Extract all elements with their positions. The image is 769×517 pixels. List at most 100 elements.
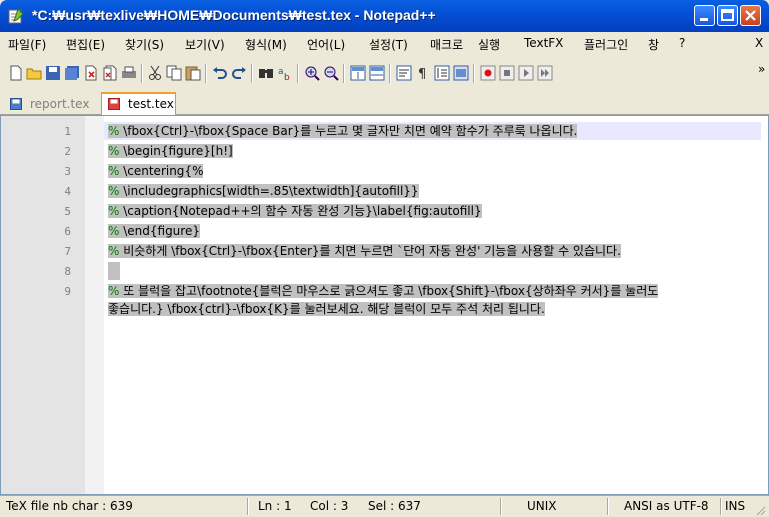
comment-marker: % — [108, 284, 120, 298]
menu-run[interactable]: 실행 — [478, 36, 500, 53]
code-line[interactable]: % \includegraphics[width=.85\textwidth]{… — [108, 182, 758, 200]
maximize-button[interactable] — [717, 5, 738, 26]
menu-window[interactable]: 창 — [648, 36, 659, 53]
resize-grip-icon[interactable] — [754, 504, 766, 516]
show-all-chars-icon[interactable]: ¶ — [415, 65, 431, 81]
toolbar-separator — [251, 64, 253, 83]
menu-file[interactable]: 파일(F) — [8, 36, 46, 53]
code-text: \includegraphics[width=.85\textwidth]{au… — [119, 184, 419, 198]
status-doc-info: TeX file nb char : 639 — [6, 499, 133, 513]
tab-strip: report.tex test.tex — [0, 91, 769, 115]
tab-report-tex[interactable]: report.tex — [4, 94, 96, 115]
copy-icon[interactable] — [166, 65, 182, 81]
code-text: \end{figure} — [119, 224, 200, 238]
unsaved-file-icon — [108, 98, 120, 110]
comment-marker: % — [108, 204, 120, 218]
close-file-icon[interactable] — [83, 65, 99, 81]
toolbar: ab ¶ » — [0, 55, 769, 91]
line-number: 7 — [64, 245, 71, 258]
menu-help[interactable]: ? — [679, 36, 685, 50]
line-number: 9 — [64, 285, 71, 298]
code-line[interactable]: % \fbox{Ctrl}-\fbox{Space Bar}를 누르고 몇 글자… — [108, 122, 758, 140]
paste-icon[interactable] — [185, 65, 201, 81]
svg-text:¶: ¶ — [418, 67, 426, 81]
save-icon[interactable] — [45, 65, 61, 81]
title-bar: *C:₩usr₩texlive₩HOME₩Documents₩test.tex … — [0, 0, 769, 32]
tab-label: report.tex — [30, 97, 90, 111]
undo-icon[interactable] — [212, 65, 228, 81]
zoom-out-icon[interactable] — [323, 65, 339, 81]
editor-area[interactable]: 1% \fbox{Ctrl}-\fbox{Space Bar}를 누르고 몇 글… — [0, 115, 769, 495]
toolbar-separator — [389, 64, 391, 83]
comment-marker: % — [108, 184, 120, 198]
code-line[interactable]: % \caption{Notepad++의 함수 자동 완성 기능}\label… — [108, 202, 758, 220]
toolbar-separator — [205, 64, 207, 83]
close-window-button[interactable] — [740, 5, 761, 26]
cut-icon[interactable] — [147, 65, 163, 81]
menu-settings[interactable]: 설정(T) — [369, 36, 408, 53]
tab-label: test.tex — [128, 97, 174, 111]
code-line[interactable]: % \centering{% — [108, 162, 758, 180]
menu-view[interactable]: 보기(V) — [185, 36, 225, 53]
comment-marker: % — [108, 244, 120, 258]
code-text: \begin{figure}[h!] — [119, 144, 233, 158]
menu-plugins[interactable]: 플러그인 — [584, 36, 628, 53]
selected-text: 좋습니다.} \fbox{ctrl}-\fbox{K}를 눌러보세요. 해당 블… — [108, 302, 545, 316]
code-line[interactable]: % 비슷하게 \fbox{Ctrl}-\fbox{Enter}를 치면 누르면 … — [108, 242, 758, 260]
sync-vertical-icon[interactable] — [350, 65, 366, 81]
zoom-in-icon[interactable] — [304, 65, 320, 81]
toolbar-overflow-icon[interactable]: » — [758, 62, 765, 76]
open-file-icon[interactable] — [26, 65, 42, 81]
code-line[interactable]: % 또 블럭을 잡고\footnote{블럭은 마우스로 긁으셔도 좋고 \fb… — [108, 282, 758, 300]
code-line[interactable] — [108, 262, 758, 280]
comment-marker: % — [108, 164, 120, 178]
code-line[interactable]: % \begin{figure}[h!] — [108, 142, 758, 160]
window-title: *C:₩usr₩texlive₩HOME₩Documents₩test.tex … — [32, 7, 436, 23]
macro-stop-icon[interactable] — [499, 65, 515, 81]
find-icon[interactable] — [258, 65, 274, 81]
maximize-icon — [721, 9, 734, 21]
status-line: Ln : 1 — [258, 499, 292, 513]
selected-text: % 또 블럭을 잡고\footnote{블럭은 마우스로 긁으셔도 좋고 \fb… — [108, 284, 659, 298]
close-document-button[interactable]: X — [755, 36, 763, 50]
new-file-icon[interactable] — [8, 65, 24, 81]
indent-guide-icon[interactable] — [434, 65, 450, 81]
macro-record-icon[interactable] — [480, 65, 496, 81]
replace-icon[interactable]: ab — [277, 65, 293, 81]
comment-marker: % — [108, 144, 120, 158]
close-all-icon[interactable] — [102, 65, 118, 81]
line-number: 3 — [64, 165, 71, 178]
word-wrap-icon[interactable] — [396, 65, 412, 81]
selected-text: % \centering{% — [108, 164, 204, 178]
menu-textfx[interactable]: TextFX — [524, 36, 563, 50]
print-icon[interactable] — [121, 65, 137, 81]
code-line[interactable]: % \end{figure} — [108, 222, 758, 240]
sync-horizontal-icon[interactable] — [369, 65, 385, 81]
tab-test-tex[interactable]: test.tex — [101, 92, 176, 115]
toolbar-separator — [141, 64, 143, 83]
macro-play-icon[interactable] — [518, 65, 534, 81]
menu-bar: 파일(F) 편집(E) 찾기(S) 보기(V) 형식(M) 언어(L) 설정(T… — [0, 32, 769, 55]
fold-margin[interactable] — [85, 116, 104, 494]
code-text: \fbox{Ctrl}-\fbox{Space Bar}를 누르고 몇 글자만 … — [119, 124, 578, 138]
selected-text: % 비슷하게 \fbox{Ctrl}-\fbox{Enter}를 치면 누르면 … — [108, 244, 621, 258]
svg-text:a: a — [278, 67, 284, 77]
code-text: 비슷하게 \fbox{Ctrl}-\fbox{Enter}를 치면 누르면 `단… — [119, 244, 621, 258]
menu-search[interactable]: 찾기(S) — [125, 36, 164, 53]
line-number: 5 — [64, 205, 71, 218]
code-text: \centering{% — [119, 164, 204, 178]
comment-marker: % — [108, 224, 120, 238]
macro-run-multiple-icon[interactable] — [537, 65, 553, 81]
save-all-icon[interactable] — [64, 65, 80, 81]
menu-language[interactable]: 언어(L) — [307, 36, 345, 53]
selected-text: % \end{figure} — [108, 224, 200, 238]
saved-file-icon — [10, 98, 22, 110]
menu-macro[interactable]: 매크로 — [430, 36, 463, 53]
code-line[interactable]: 좋습니다.} \fbox{ctrl}-\fbox{K}를 눌러보세요. 해당 블… — [108, 300, 758, 318]
redo-icon[interactable] — [231, 65, 247, 81]
menu-format[interactable]: 형식(M) — [245, 36, 287, 53]
user-lang-icon[interactable] — [453, 65, 469, 81]
line-number: 1 — [64, 125, 71, 138]
menu-edit[interactable]: 편집(E) — [66, 36, 105, 53]
minimize-button[interactable] — [694, 5, 715, 26]
